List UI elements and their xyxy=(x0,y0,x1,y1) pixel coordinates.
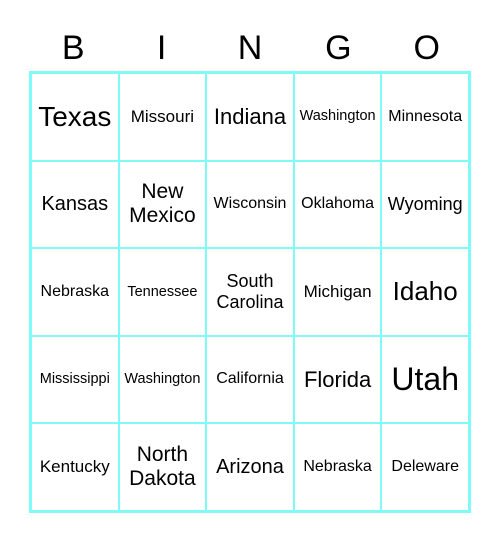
bingo-cell[interactable]: Kansas xyxy=(31,160,119,249)
bingo-cell[interactable]: Wyoming xyxy=(381,160,469,249)
bingo-cell[interactable]: New Mexico xyxy=(118,160,207,249)
bingo-cell[interactable]: Missouri xyxy=(118,73,207,161)
header-letter-g: G xyxy=(325,29,352,67)
bingo-cell[interactable]: Wisconsin xyxy=(206,160,294,249)
bingo-cell[interactable]: Washington xyxy=(118,335,207,424)
bingo-cell[interactable]: Utah xyxy=(381,335,469,424)
bingo-cell[interactable]: Mississippi xyxy=(31,335,119,424)
bingo-cell[interactable]: North Dakota xyxy=(118,423,207,511)
bingo-cell[interactable]: Tennessee xyxy=(118,248,207,336)
bingo-cell[interactable]: Michigan xyxy=(293,248,382,336)
bingo-cell[interactable]: Minnesota xyxy=(381,73,469,161)
bingo-cell[interactable]: Kentucky xyxy=(31,423,119,511)
bingo-cell[interactable]: Texas xyxy=(31,73,119,161)
bingo-cell[interactable]: Deleware xyxy=(381,423,469,511)
bingo-cell[interactable]: Oklahoma xyxy=(293,160,382,249)
bingo-cell[interactable]: Nebraska xyxy=(31,248,119,336)
bingo-cell[interactable]: California xyxy=(206,335,294,424)
bingo-cell[interactable]: Florida xyxy=(293,335,382,424)
header-letter-n: N xyxy=(237,29,263,67)
bingo-cell[interactable]: Arizona xyxy=(206,423,294,511)
bingo-card: Texas Missouri Indiana Washington Minnes… xyxy=(29,71,471,513)
bingo-header: B I N G O xyxy=(29,28,471,68)
bingo-cell[interactable]: Indiana xyxy=(206,73,294,161)
header-letter-o: O xyxy=(413,29,440,67)
bingo-cell[interactable]: South Carolina xyxy=(206,248,294,336)
bingo-cell[interactable]: Nebraska xyxy=(293,423,382,511)
bingo-cell[interactable]: Idaho xyxy=(381,248,469,336)
header-letter-i: I xyxy=(156,29,167,67)
bingo-cell[interactable]: Washington xyxy=(293,73,382,161)
header-letter-b: B xyxy=(61,29,85,67)
